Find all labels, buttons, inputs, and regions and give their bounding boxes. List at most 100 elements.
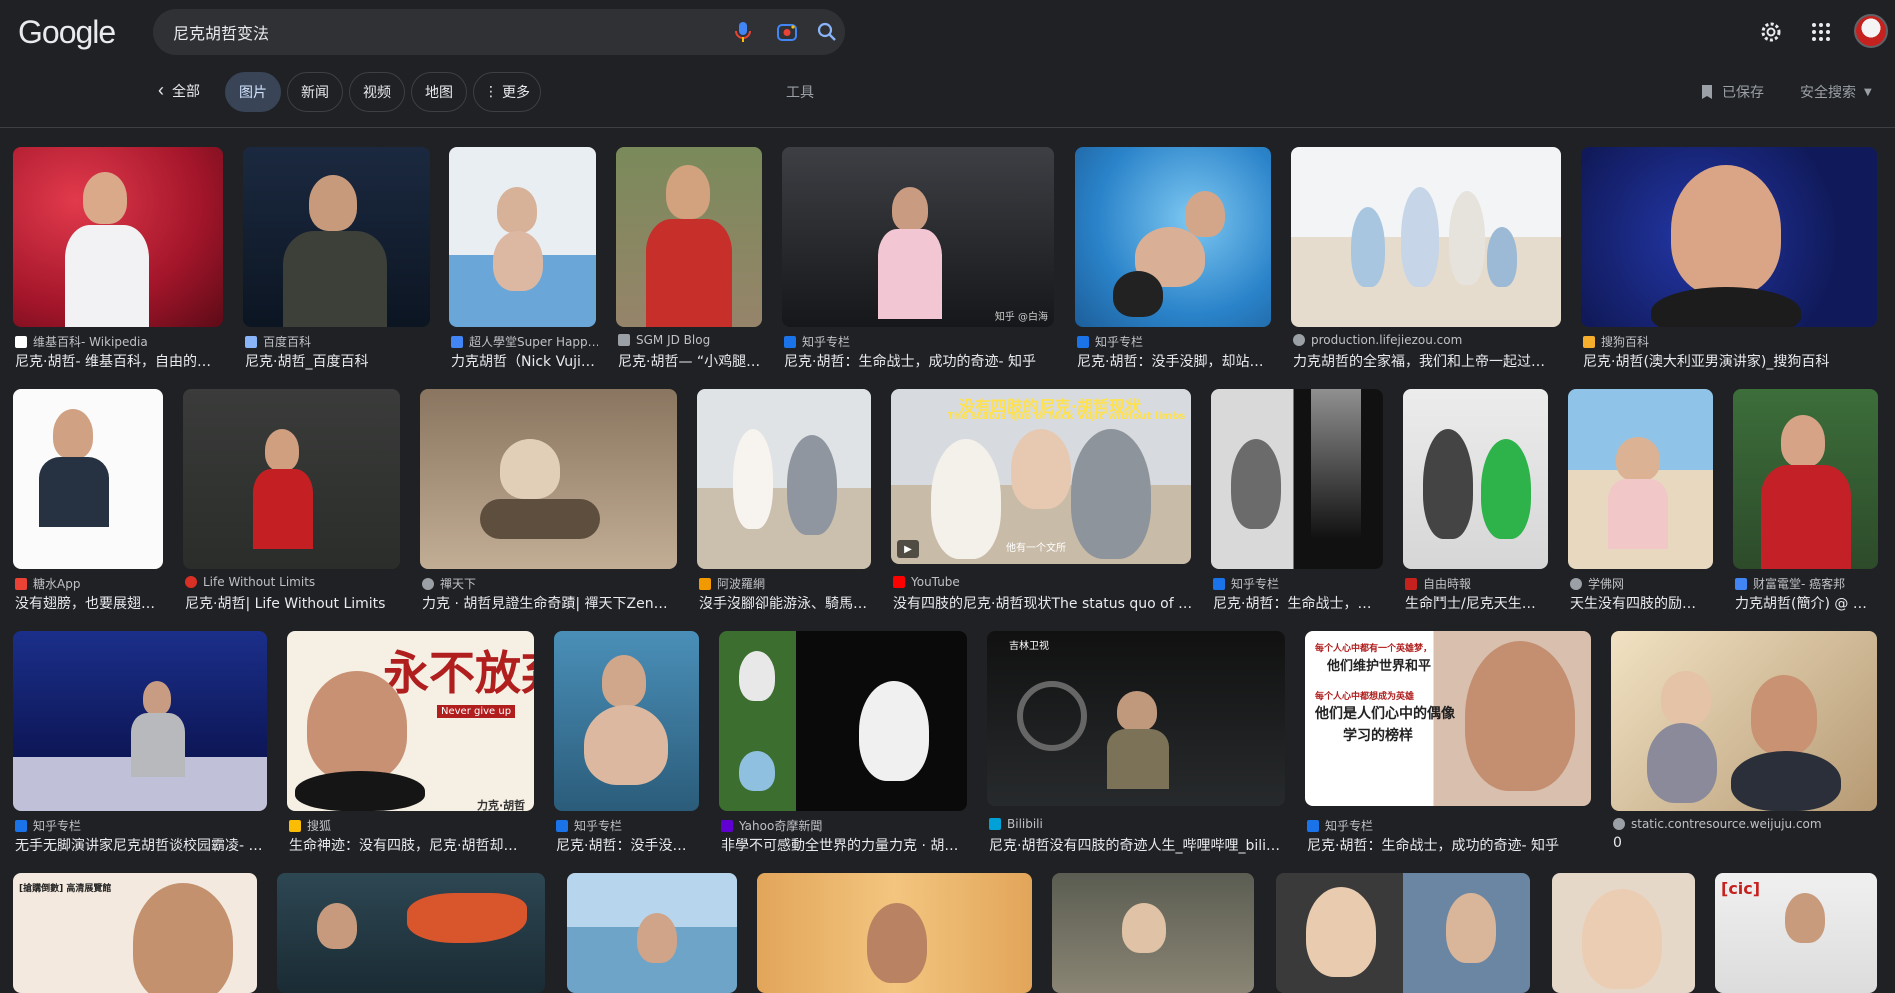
result-title[interactable]: 尼克·胡哲：生命战士，…	[1213, 593, 1385, 613]
account-avatar[interactable]	[1854, 14, 1888, 48]
result-thumbnail[interactable]	[13, 147, 223, 327]
tab-videos[interactable]: 视频	[349, 72, 405, 112]
result-thumbnail[interactable]	[277, 873, 545, 993]
camera-lens-icon[interactable]	[775, 20, 799, 44]
watermark-text: 知乎 @白海	[994, 312, 1048, 323]
result-thumbnail[interactable]	[1052, 873, 1254, 993]
favicon-icon	[15, 577, 27, 590]
chevron-left-icon: ‹	[158, 80, 164, 100]
result-thumbnail[interactable]: 每个人心中都有一个英雄梦， 他们维护世界和平 每个人心中都想成为英雄 他们是人们…	[1305, 631, 1591, 806]
result-source: YouTube	[911, 575, 960, 589]
google-logo[interactable]: Google	[18, 14, 116, 51]
result-title[interactable]: 生命神迹：没有四肢，尼克·胡哲却…	[289, 835, 536, 855]
result-source: 搜狗百科	[1601, 335, 1650, 349]
favicon-icon	[1293, 334, 1305, 346]
favicon-icon	[245, 335, 257, 348]
safe-search-dropdown[interactable]: 安全搜索 ▼	[1800, 82, 1872, 102]
result-thumbnail[interactable]	[1075, 147, 1271, 327]
back-all-link[interactable]: ‹ 全部	[158, 80, 200, 101]
result-source: 禪天下	[440, 577, 477, 591]
result-title[interactable]: 生命鬥士/尼克天生…	[1405, 593, 1550, 613]
tools-button[interactable]: 工具	[786, 82, 814, 102]
result-thumbnail[interactable]	[13, 389, 163, 569]
quote-line: 每个人心中都想成为英雄	[1315, 692, 1415, 702]
result-thumbnail[interactable]	[719, 631, 967, 811]
result-title[interactable]: 0	[1613, 835, 1879, 851]
favicon-icon	[422, 577, 434, 590]
result-title[interactable]: 尼克·胡哲：没手没…	[556, 835, 701, 855]
result-thumbnail[interactable]: 吉林卫视	[987, 631, 1285, 806]
result-thumbnail[interactable]	[1611, 631, 1877, 811]
result-thumbnail[interactable]	[1276, 873, 1530, 993]
poster-subtitle: Never give up	[437, 705, 516, 718]
news-badge: [搶購倒數] 高清展覽館	[19, 884, 112, 894]
result-thumbnail[interactable]	[13, 631, 267, 811]
result-source: 超人學堂Super Happ…	[469, 335, 598, 349]
result-thumbnail[interactable]	[1568, 389, 1713, 569]
result-title[interactable]: 没有翅膀，也要展翅…	[15, 593, 165, 613]
result-thumbnail[interactable]	[697, 389, 871, 569]
favicon-icon	[893, 576, 905, 588]
favicon-icon	[1613, 818, 1625, 830]
tab-news[interactable]: 新闻	[287, 72, 343, 112]
result-thumbnail[interactable]	[1552, 873, 1695, 993]
result-thumbnail[interactable]: [cic]	[1715, 873, 1877, 993]
search-box[interactable]	[153, 9, 845, 55]
settings-gear-icon[interactable]	[1756, 17, 1786, 47]
quote-line: 学习的榜样	[1343, 728, 1413, 744]
result-thumbnail[interactable]	[1211, 389, 1383, 569]
result-thumbnail[interactable]	[757, 873, 1032, 993]
result-title[interactable]: 沒手沒腳卻能游泳、騎馬…	[699, 593, 873, 613]
result-source: static.contresource.weijuju.com	[1631, 817, 1822, 831]
result-title[interactable]: 力克胡哲（Nick Vuji…	[451, 351, 598, 371]
tab-maps[interactable]: 地图	[411, 72, 467, 112]
result-title[interactable]: 尼克·胡哲- 维基百科，自由的…	[15, 351, 225, 371]
tab-more[interactable]: ⋮ 更多	[473, 72, 541, 112]
result-title[interactable]: 天生没有四肢的励…	[1570, 593, 1715, 613]
result-thumbnail[interactable]	[1291, 147, 1561, 327]
result-thumbnail[interactable]	[1403, 389, 1548, 569]
search-icon[interactable]	[815, 20, 839, 44]
result-source: 维基百科- Wikipedia	[33, 335, 148, 349]
result-title[interactable]: 尼克·胡哲没有四肢的奇迹人生_哔哩哔哩_bili…	[989, 835, 1287, 855]
result-title[interactable]: 力克 · 胡哲見證生命奇蹟| 禪天下Zen…	[422, 593, 679, 613]
result-thumbnail[interactable]	[183, 389, 400, 569]
microphone-icon[interactable]	[731, 20, 755, 44]
result-title[interactable]: 尼克·胡哲：生命战士，成功的奇迹- 知乎	[1307, 835, 1593, 855]
result-title[interactable]: 无手无脚演讲家尼克胡哲谈校园霸凌- …	[15, 835, 269, 855]
favicon-icon	[15, 819, 27, 832]
result-thumbnail[interactable]	[1733, 389, 1878, 569]
result-source: Yahoo奇摩新聞	[739, 819, 823, 833]
result-thumbnail[interactable]	[554, 631, 699, 811]
result-source: 知乎专栏	[1231, 577, 1280, 591]
result-source: 糖水App	[33, 577, 81, 591]
result-thumbnail[interactable]	[420, 389, 677, 569]
result-source: 知乎专栏	[1325, 819, 1374, 833]
result-title[interactable]: 尼克·胡哲| Life Without Limits	[185, 593, 402, 613]
apps-grid-icon[interactable]	[1806, 17, 1836, 47]
saved-button[interactable]: 已保存	[1700, 82, 1764, 102]
result-thumbnail[interactable]	[449, 147, 596, 327]
result-thumbnail[interactable]: 知乎 @白海	[782, 147, 1054, 327]
result-title[interactable]: 尼克·胡哲：没手没脚，却站…	[1077, 351, 1273, 371]
result-thumbnail[interactable]	[1581, 147, 1877, 327]
result-source: production.lifejiezou.com	[1311, 333, 1463, 347]
result-title[interactable]: 尼克·胡哲：生命战士，成功的奇迹- 知乎	[784, 351, 1056, 371]
result-title[interactable]: 尼克·胡哲_百度百科	[245, 351, 432, 371]
tab-images[interactable]: 图片	[225, 72, 281, 112]
result-thumbnail[interactable]	[567, 873, 737, 993]
result-title[interactable]: 尼克·胡哲(澳大利亚男演讲家)_搜狗百科	[1583, 351, 1879, 371]
result-thumbnail[interactable]: 永不放弃 Never give up 力克·胡哲	[287, 631, 534, 811]
result-title[interactable]: 力克胡哲的全家福，我们和上帝一起过…	[1293, 351, 1563, 371]
result-title[interactable]: 非學不可感動全世界的力量力克 · 胡…	[721, 835, 969, 855]
search-input[interactable]	[173, 9, 703, 55]
result-thumbnail[interactable]	[616, 147, 762, 327]
result-title[interactable]: 没有四肢的尼克·胡哲现状The status quo of …	[893, 593, 1193, 613]
result-source: 自由時報	[1423, 577, 1472, 591]
result-title[interactable]: 力克胡哲(簡介) @ …	[1735, 593, 1880, 613]
poster-title: 永不放弃	[383, 646, 534, 700]
result-thumbnail[interactable]: [搶購倒數] 高清展覽館	[13, 873, 257, 993]
result-thumbnail[interactable]: 没有四肢的尼克·胡哲现状 The status quo of Nick Vuji…	[891, 389, 1191, 564]
result-title[interactable]: 尼克·胡哲— “小鸡腿”…	[618, 351, 764, 371]
result-thumbnail[interactable]	[243, 147, 430, 327]
